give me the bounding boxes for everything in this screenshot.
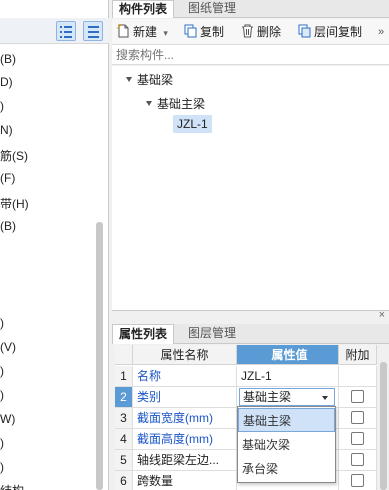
row-number: 6 [115,471,133,490]
tree-node-label: JZL-1 [173,115,212,133]
expand-icon[interactable] [126,77,132,82]
left-tree-item[interactable]: 筋(S) [0,147,28,164]
tab-layer-management[interactable]: 图层管理 [182,324,242,344]
left-scrollbar[interactable] [96,222,103,490]
left-tree-item[interactable]: ) [0,388,4,402]
category-dropdown-list: 基础主梁 基础次梁 承台梁 [237,406,336,483]
additional-cell [339,387,377,407]
left-tree-item[interactable]: (V) [0,340,16,354]
additional-cell [339,408,377,428]
additional-checkbox[interactable] [351,390,364,403]
table-row[interactable]: 2 类别 基础主梁 [115,387,377,408]
left-tree-item[interactable]: 结构 [0,482,24,490]
detail-view-icon[interactable] [83,21,103,41]
additional-cell [339,366,377,386]
left-tree-item[interactable]: W) [0,412,15,426]
tree-node-main-beam[interactable]: 基础主梁 [146,95,205,112]
property-name: 轴线距梁左边... [133,450,237,470]
tree-node-foundation-beam[interactable]: 基础梁 [126,71,173,88]
row-number: 4 [115,429,133,449]
combobox-value: 基础主梁 [243,390,292,404]
search-bar [112,45,389,65]
property-value[interactable]: JZL-1 [237,366,339,386]
left-tree-item[interactable]: ) [0,316,4,330]
floor-copy-button[interactable]: 层间复制 [298,23,362,41]
component-tree: 基础梁 基础主梁 JZL-1 [112,66,389,310]
row-number: 1 [115,366,133,386]
left-tree-item[interactable]: (F) [0,171,15,185]
tree-node-jzl-1[interactable]: JZL-1 [173,115,212,133]
floor-copy-icon [298,24,311,38]
new-dropdown-icon[interactable]: ▾ [163,28,168,38]
new-label: 新建 [133,25,158,39]
column-header-index [115,345,133,365]
dropdown-arrow-icon[interactable] [322,396,328,400]
tab-drawing-management[interactable]: 图纸管理 [182,0,242,18]
left-tree-item[interactable]: (B) [0,219,16,233]
property-tabs: 属性列表 图层管理 [112,324,389,344]
additional-cell [339,450,377,470]
close-icon[interactable]: × [379,309,385,321]
left-tree-item[interactable]: ) [0,436,4,450]
expand-icon[interactable] [146,101,152,106]
dropdown-option-main-beam[interactable]: 基础主梁 [238,408,335,432]
additional-checkbox[interactable] [351,453,364,466]
left-toolbar [0,18,109,44]
left-tree-item[interactable]: ) [0,460,4,474]
additional-cell [339,471,377,490]
delete-button[interactable]: 删除 [241,23,281,41]
category-combobox[interactable]: 基础主梁 [239,388,335,406]
property-name: 名称 [133,366,237,386]
search-input[interactable] [116,47,376,63]
property-name: 类别 [133,387,237,407]
property-name: 截面高度(mm) [133,429,237,449]
tab-component-list[interactable]: 构件列表 [112,0,175,18]
property-scrollbar[interactable] [380,362,387,490]
row-number: 5 [115,450,133,470]
left-tree-item[interactable]: N) [0,123,13,137]
dropdown-option-cap-beam[interactable]: 承台梁 [238,457,335,481]
copy-button[interactable]: 复制 [184,23,224,41]
left-tree-item[interactable]: ) [0,364,4,378]
dropdown-option-secondary-beam[interactable]: 基础次梁 [238,433,335,457]
copy-icon [184,24,197,38]
property-name: 跨数量 [133,471,237,490]
property-panel-header: × [112,309,389,324]
left-tree-item[interactable]: 带(H) [0,195,29,212]
left-tree-item[interactable]: D) [0,75,13,89]
tree-node-label: 基础主梁 [157,97,206,111]
property-value-cell: 基础主梁 [237,387,339,407]
additional-checkbox[interactable] [351,474,364,487]
component-toolbar: 新建 ▾ 复制 删除 层间复制 » [112,19,389,45]
left-tree-panel: (B) D) ) N) 筋(S) (F) 带(H) (B) ) (V) ) ) … [0,0,109,490]
property-name: 截面宽度(mm) [133,408,237,428]
component-tabs: 构件列表 图纸管理 [112,0,389,18]
copy-label: 复制 [200,25,225,39]
floor-copy-label: 层间复制 [314,25,363,39]
column-header-value: 属性值 [237,345,339,365]
trash-icon [241,24,254,38]
new-button[interactable]: 新建 ▾ [117,23,168,41]
left-tree-item[interactable]: (B) [0,52,16,66]
row-number: 3 [115,408,133,428]
additional-checkbox[interactable] [351,411,364,424]
more-button[interactable]: » [378,23,384,41]
list-view-icon[interactable] [56,21,76,41]
left-tree-item[interactable]: ) [0,99,4,113]
new-file-icon [117,24,130,38]
column-header-additional: 附加 [339,345,377,365]
delete-label: 删除 [257,25,282,39]
tree-node-label: 基础梁 [137,73,174,87]
column-header-name: 属性名称 [133,345,237,365]
tab-property-list[interactable]: 属性列表 [112,324,175,344]
row-number: 2 [115,387,133,407]
additional-cell [339,429,377,449]
additional-checkbox[interactable] [351,432,364,445]
table-row[interactable]: 1 名称 JZL-1 [115,366,377,387]
